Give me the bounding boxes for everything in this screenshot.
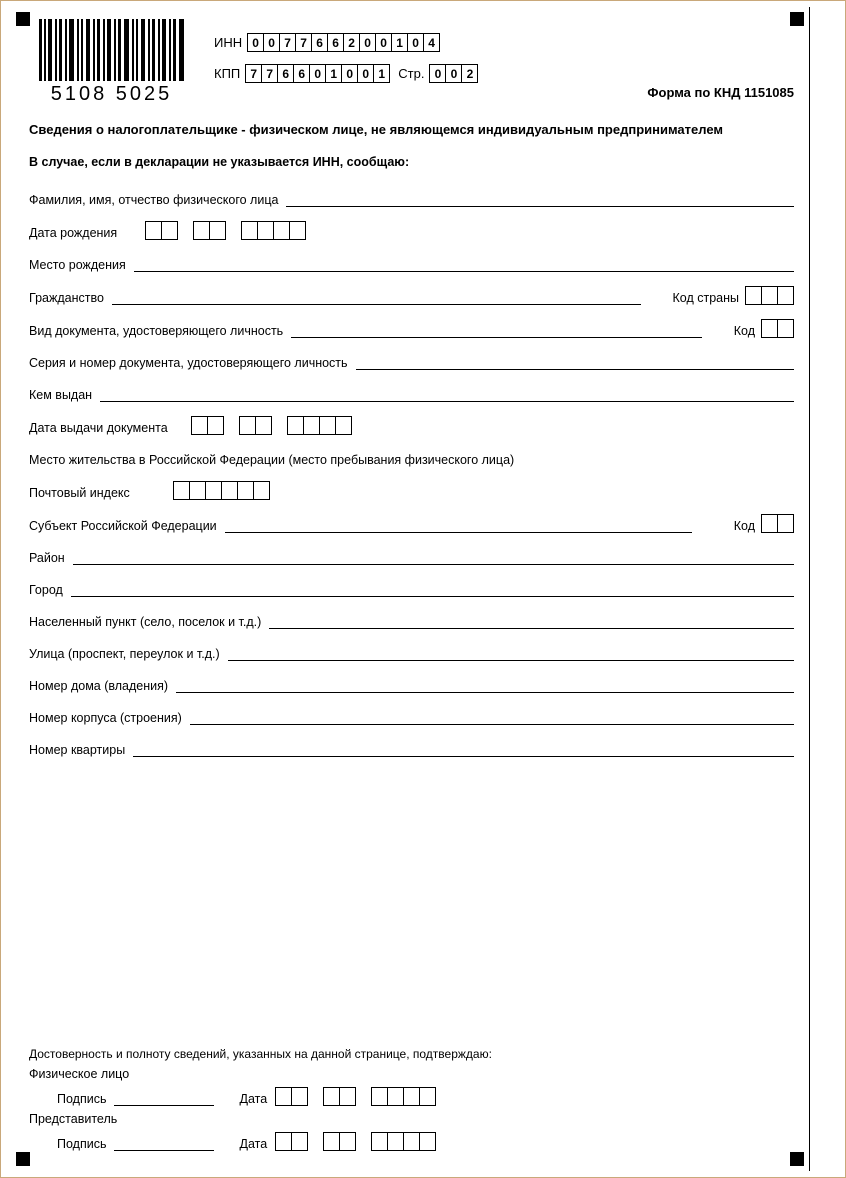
- page-cells: 002: [429, 64, 478, 83]
- fio-label: Фамилия, имя, отчество физического лица: [29, 193, 286, 207]
- settlement-label: Населенный пункт (село, поселок и т.д.): [29, 615, 269, 629]
- sign-label: Подпись: [57, 1137, 106, 1151]
- building-input[interactable]: [190, 708, 794, 725]
- dob-day[interactable]: [145, 221, 178, 240]
- date-label: Дата: [239, 1137, 267, 1151]
- street-label: Улица (проспект, переулок и т.д.): [29, 647, 228, 661]
- doc-type-label: Вид документа, удостоверяющего личность: [29, 324, 291, 338]
- confirm-text: Достоверность и полноту сведений, указан…: [29, 1047, 794, 1061]
- corner-marker: [790, 12, 804, 26]
- building-label: Номер корпуса (строения): [29, 711, 190, 725]
- barcode-number: 5108 5025: [39, 84, 184, 104]
- settlement-input[interactable]: [269, 612, 794, 629]
- residence-label: Место жительства в Российской Федерации …: [29, 453, 522, 467]
- citizenship-input[interactable]: [112, 288, 641, 305]
- issue-year[interactable]: [287, 416, 352, 435]
- apartment-input[interactable]: [133, 740, 794, 757]
- forma-code: Форма по КНД 1151085: [647, 85, 794, 100]
- rep-sign-input[interactable]: [114, 1135, 214, 1151]
- issue-day[interactable]: [191, 416, 224, 435]
- doc-code-label: Код: [722, 324, 761, 338]
- street-input[interactable]: [228, 644, 794, 661]
- subject-code-label: Код: [722, 519, 761, 533]
- country-code-cells[interactable]: [745, 286, 794, 305]
- kpp-cells: 776601001: [245, 64, 390, 83]
- city-input[interactable]: [71, 580, 794, 597]
- inn-cells: 007766200104: [247, 33, 440, 52]
- inn-label: ИНН: [214, 35, 242, 50]
- corner-marker: [790, 1152, 804, 1166]
- form-subtitle: В случае, если в декларации не указывает…: [29, 155, 794, 169]
- corner-marker: [16, 1152, 30, 1166]
- subject-code-cells[interactable]: [761, 514, 794, 533]
- dob-year[interactable]: [241, 221, 306, 240]
- issued-by-label: Кем выдан: [29, 388, 100, 402]
- sign-label: Подпись: [57, 1092, 106, 1106]
- person-sign-input[interactable]: [114, 1090, 214, 1106]
- date-label: Дата: [239, 1092, 267, 1106]
- person-date-day[interactable]: [275, 1087, 308, 1106]
- city-label: Город: [29, 583, 71, 597]
- issued-by-input[interactable]: [100, 385, 794, 402]
- rep-date-year[interactable]: [371, 1132, 436, 1151]
- fio-input[interactable]: [286, 190, 794, 207]
- district-label: Район: [29, 551, 73, 565]
- person-date-month[interactable]: [323, 1087, 356, 1106]
- citizenship-label: Гражданство: [29, 291, 112, 305]
- dob-month[interactable]: [193, 221, 226, 240]
- pob-label: Место рождения: [29, 258, 134, 272]
- person-label: Физическое лицо: [29, 1067, 129, 1081]
- house-label: Номер дома (владения): [29, 679, 176, 693]
- kpp-label: КПП: [214, 66, 240, 81]
- country-code-label: Код страны: [661, 291, 746, 305]
- house-input[interactable]: [176, 676, 794, 693]
- postal-label: Почтовый индекс: [29, 486, 138, 500]
- doc-series-label: Серия и номер документа, удостоверяющего…: [29, 356, 356, 370]
- subject-rf-label: Субъект Российской Федерации: [29, 519, 225, 533]
- issue-date-label: Дата выдачи документа: [29, 421, 176, 435]
- person-date-year[interactable]: [371, 1087, 436, 1106]
- doc-code-cells[interactable]: [761, 319, 794, 338]
- form-title: Сведения о налогоплательщике - физическо…: [29, 122, 794, 137]
- doc-type-input[interactable]: [291, 321, 702, 338]
- barcode-icon: [39, 19, 184, 81]
- form-frame: 5108 5025 ИНН 007766200104 КПП 776601001…: [11, 7, 810, 1171]
- header-identifiers: ИНН 007766200104 КПП 776601001 Стр. 002: [214, 33, 478, 95]
- subject-rf-input[interactable]: [225, 516, 692, 533]
- form-body: Сведения о налогоплательщике - физическо…: [29, 122, 794, 771]
- signature-block: Достоверность и полноту сведений, указан…: [29, 1047, 794, 1151]
- issue-month[interactable]: [239, 416, 272, 435]
- corner-marker: [16, 12, 30, 26]
- page-label: Стр.: [398, 66, 424, 81]
- postal-cells[interactable]: [173, 481, 270, 500]
- rep-date-month[interactable]: [323, 1132, 356, 1151]
- rep-date-day[interactable]: [275, 1132, 308, 1151]
- apartment-label: Номер квартиры: [29, 743, 133, 757]
- rep-label: Представитель: [29, 1112, 117, 1126]
- barcode: 5108 5025: [39, 19, 184, 99]
- district-input[interactable]: [73, 548, 794, 565]
- pob-input[interactable]: [134, 255, 794, 272]
- tax-form-page: 5108 5025 ИНН 007766200104 КПП 776601001…: [0, 0, 846, 1178]
- doc-series-input[interactable]: [356, 353, 794, 370]
- dob-label: Дата рождения: [29, 226, 125, 240]
